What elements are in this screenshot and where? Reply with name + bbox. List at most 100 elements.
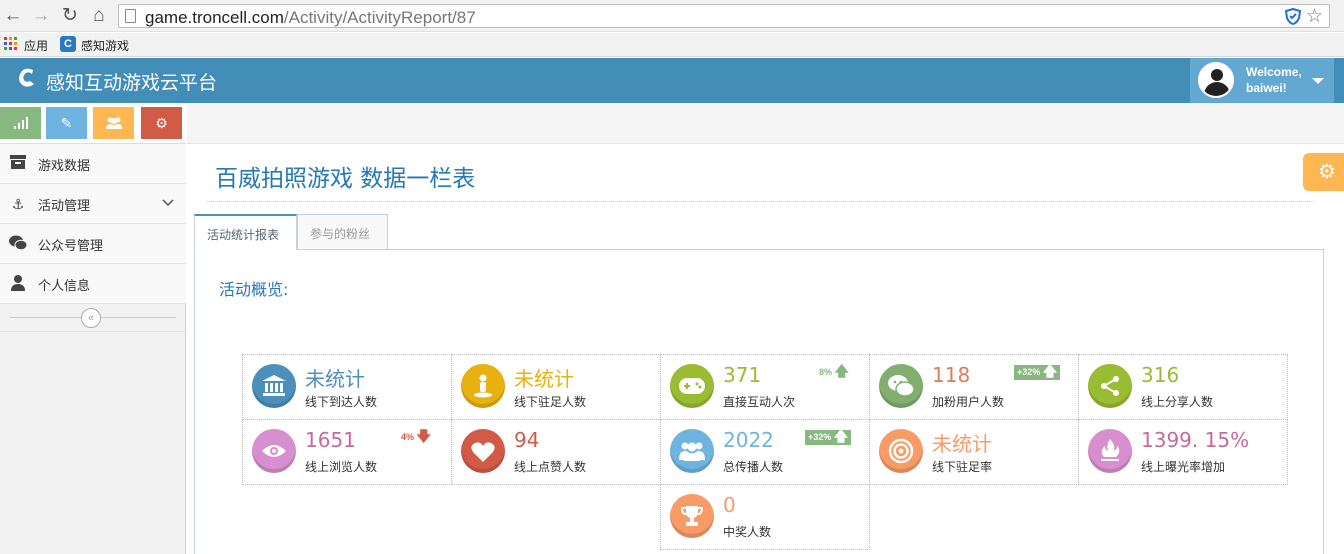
stat-value: 118	[932, 363, 971, 387]
sidebar-shortcuts: ✎ ⚙	[0, 103, 186, 144]
pencil-icon[interactable]: ✎	[46, 107, 87, 139]
heart-icon	[461, 429, 505, 473]
cogs-icon[interactable]: ⚙	[141, 107, 182, 139]
eye-icon	[252, 429, 296, 473]
chevron-down-icon	[162, 196, 174, 210]
welcome-text: Welcome, baiwei!	[1246, 65, 1302, 95]
trend-up-badge: 8% 🡅	[819, 363, 849, 379]
brand-title[interactable]: 感知互动游戏云平台	[46, 68, 217, 95]
group-icon[interactable]	[93, 107, 134, 139]
stat-online-views: 1651 线上浏览人数 4% 🡇	[242, 419, 452, 485]
stat-direct-interactions: 371 直接互动人次 8% 🡅	[660, 354, 870, 420]
user-icon	[9, 275, 27, 293]
sidebar-item-wechat-accounts[interactable]: 公众号管理	[0, 224, 186, 264]
game-bookmark-icon: C	[60, 36, 76, 52]
stat-label: 总传播人数	[723, 460, 784, 474]
stat-value: 1651	[305, 428, 356, 452]
apps-grid-icon[interactable]	[4, 37, 18, 51]
arrow-up-icon: 🡅	[833, 428, 849, 444]
page-icon	[125, 9, 136, 23]
bookmark-star-icon[interactable]: ☆	[1306, 5, 1323, 28]
bank-icon	[252, 364, 296, 408]
browser-toolbar: ← → ↻ ⌂ game.troncell.com/Activity/Activ…	[0, 0, 1344, 32]
standing-person-icon	[461, 364, 505, 408]
stat-label: 线下驻足人数	[514, 395, 587, 409]
arrow-up-icon: 🡅	[834, 363, 849, 379]
settings-gear-icon[interactable]: ⚙	[1303, 153, 1344, 191]
trend-up-badge: +32% 🡅	[805, 428, 852, 445]
reload-icon[interactable]: ↻	[59, 5, 81, 27]
arrow-down-icon: 🡇	[416, 428, 431, 444]
archive-icon	[9, 155, 27, 173]
stat-label: 线上分享人数	[1141, 395, 1214, 409]
stat-value: 未统计	[514, 367, 574, 391]
bookmark-apps[interactable]: 应用	[24, 37, 48, 54]
tab-activity-report[interactable]: 活动统计报表	[194, 214, 297, 250]
page-title: 百威拍照游戏 数据一栏表	[215, 166, 476, 192]
stat-online-exposure-increase: 1399. 15% 线上曝光率增加	[1078, 419, 1288, 485]
stat-offline-stays: 未统计 线下驻足人数	[451, 354, 661, 420]
stat-value: 2022	[723, 428, 774, 452]
url-host: game.troncell.com	[145, 8, 284, 27]
sidebar-item-personal-info[interactable]: 个人信息	[0, 264, 186, 304]
trend-up-badge: +32% 🡅	[1014, 363, 1061, 380]
home-icon[interactable]: ⌂	[88, 5, 110, 27]
bookmark-game[interactable]: 感知游戏	[81, 37, 129, 54]
back-icon[interactable]: ←	[2, 5, 24, 27]
top-navbar: 感知互动游戏云平台 Welcome, baiwei!	[0, 58, 1344, 103]
signal-icon[interactable]	[0, 107, 41, 139]
gamepad-icon	[670, 364, 714, 408]
shield-icon[interactable]	[1285, 8, 1301, 25]
user-menu[interactable]: Welcome, baiwei!	[1190, 58, 1334, 103]
overview-title: 活动概览:	[219, 280, 289, 299]
stat-label: 中奖人数	[723, 525, 772, 539]
caret-down-icon	[1312, 78, 1324, 84]
sidebar-item-activity-management[interactable]: ⚓ 活动管理	[0, 184, 186, 224]
target-icon	[879, 429, 923, 473]
group-icon	[670, 429, 714, 473]
bookmarks-bar: 应用 C 感知游戏	[0, 33, 1344, 57]
stat-value: 1399. 15%	[1141, 428, 1250, 452]
stat-offline-arrivals: 未统计 线下到达人数	[242, 354, 452, 420]
url-path: /Activity/ActivityReport/87	[283, 8, 476, 27]
stat-value: 94	[514, 428, 540, 452]
stat-label: 加粉用户人数	[932, 395, 1005, 409]
double-chevron-left-icon[interactable]: «	[81, 308, 101, 328]
stat-label: 线上曝光率增加	[1141, 460, 1226, 474]
arrow-up-icon: 🡅	[1042, 363, 1058, 379]
stat-label: 线下到达人数	[305, 395, 378, 409]
stat-online-shares: 316 线上分享人数	[1078, 354, 1288, 420]
brand-logo-icon	[19, 68, 34, 87]
stat-new-followers: 118 加粉用户人数 +32% 🡅	[869, 354, 1079, 420]
stat-online-likes: 94 线上点赞人数	[451, 419, 661, 485]
stat-label: 线上点赞人数	[514, 460, 587, 474]
sidebar-collapse: «	[0, 304, 186, 332]
stat-value: 未统计	[932, 432, 992, 456]
trophy-icon	[670, 494, 714, 538]
stat-value: 0	[723, 493, 736, 517]
stat-value: 371	[723, 363, 762, 387]
avatar	[1198, 62, 1234, 98]
title-divider	[207, 201, 1314, 202]
stat-value: 316	[1141, 363, 1180, 387]
forward-icon[interactable]: →	[30, 5, 52, 27]
main-content: 百威拍照游戏 数据一栏表 ⚙ 活动统计报表 参与的粉丝 活动概览: 未统计 线下…	[187, 103, 1344, 554]
stat-value: 未统计	[305, 367, 365, 391]
sidebar-item-game-data[interactable]: 游戏数据	[0, 144, 186, 184]
tab-pane: 活动概览: 未统计 线下到达人数 未统计 线下驻足人数 371 直接互动人次 8…	[194, 249, 1324, 554]
stat-label: 线下驻足率	[932, 460, 993, 474]
url-text[interactable]: game.troncell.com/Activity/ActivityRepor…	[145, 8, 476, 28]
tab-participating-fans[interactable]: 参与的粉丝	[297, 214, 388, 250]
stat-offline-stay-rate: 未统计 线下驻足率	[869, 419, 1079, 485]
sidebar: ✎ ⚙ 游戏数据 ⚓ 活动管理 公众号管理 个人信息 «	[0, 103, 186, 554]
fire-icon	[1088, 429, 1132, 473]
anchor-icon: ⚓	[11, 196, 25, 212]
trend-down-badge: 4% 🡇	[401, 428, 431, 444]
share-icon	[1088, 364, 1132, 408]
stat-label: 直接互动人次	[723, 395, 796, 409]
breadcrumbs-bar	[187, 103, 1344, 144]
stat-label: 线上浏览人数	[305, 460, 378, 474]
wechat-icon	[9, 235, 28, 253]
stat-total-reach: 2022 总传播人数 +32% 🡅	[660, 419, 870, 485]
address-bar[interactable]: game.troncell.com/Activity/ActivityRepor…	[118, 4, 1330, 28]
